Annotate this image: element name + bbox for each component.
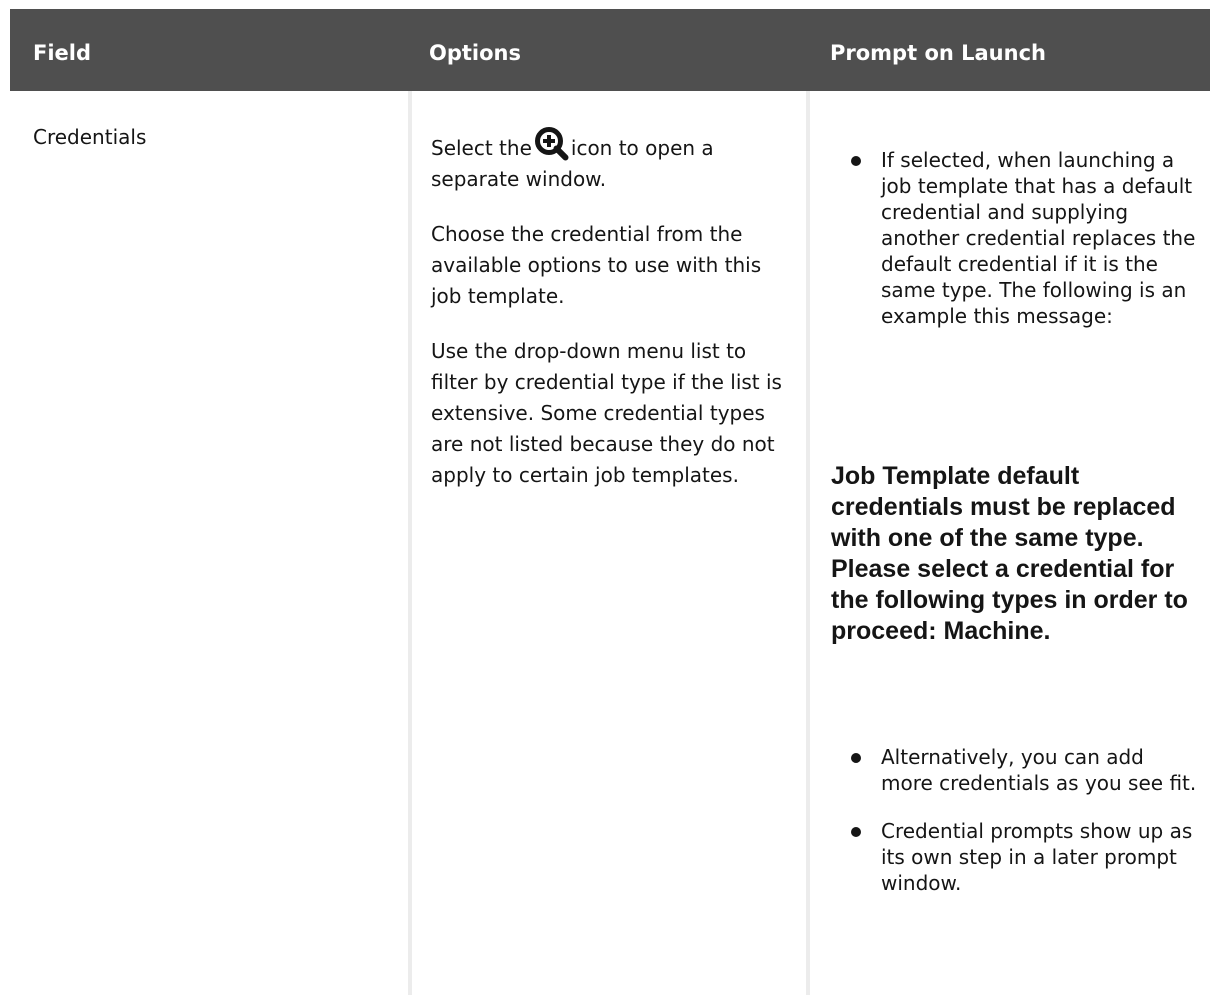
header-options: Options — [429, 41, 521, 65]
options-cell: Select the icon to open a separate windo… — [431, 127, 793, 515]
prompt-bullet-list: Alternatively, you can add more credenti… — [828, 744, 1198, 918]
prompt-bullet-item: Credential prompts show up as its own st… — [828, 818, 1198, 896]
options-select-paragraph: Select the icon to open a separate windo… — [431, 127, 793, 195]
credentials-table: Field Options Prompt on Launch Credentia… — [10, 9, 1210, 995]
prompt-bullet-text: If selected, when launching a job templa… — [881, 148, 1196, 328]
header-prompt-on-launch: Prompt on Launch — [830, 41, 1046, 65]
prompt-bullet-text: Alternatively, you can add more credenti… — [881, 745, 1197, 795]
search-plus-icon — [534, 127, 569, 161]
example-error-message: Job Template default credentials must be… — [831, 462, 1188, 645]
prompt-bullet-text: Credential prompts show up as its own st… — [881, 819, 1193, 895]
bullet-dot-icon — [851, 753, 861, 763]
header-field: Field — [33, 41, 92, 65]
select-prefix-text: Select the — [431, 136, 532, 160]
column-divider — [408, 91, 412, 995]
bullet-dot-icon — [851, 156, 861, 166]
options-dropdown-paragraph: Use the drop-down menu list to filter by… — [431, 339, 782, 487]
column-divider — [806, 91, 810, 995]
options-choose-paragraph: Choose the credential from the available… — [431, 222, 762, 308]
bullet-dot-icon — [851, 827, 861, 837]
prompt-bullet-list: If selected, when launching a job templa… — [828, 147, 1198, 351]
table-header-row: Field Options Prompt on Launch — [10, 9, 1210, 91]
field-cell-credentials: Credentials — [33, 125, 147, 149]
prompt-bullet-item: If selected, when launching a job templa… — [828, 147, 1198, 329]
prompt-bullet-item: Alternatively, you can add more credenti… — [828, 744, 1198, 796]
